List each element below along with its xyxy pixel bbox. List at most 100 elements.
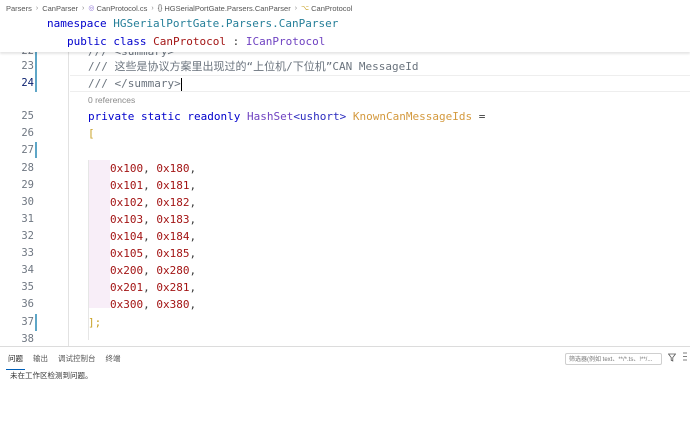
tab-problems[interactable]: 问题 bbox=[6, 351, 25, 370]
line-number: 29 bbox=[21, 179, 34, 191]
class-icon: ⌥ bbox=[301, 5, 310, 12]
code-line: 31 0x103, 0x183, bbox=[0, 211, 690, 228]
hex-literal: 0x102 bbox=[110, 196, 144, 209]
hex-literal: 0x185 bbox=[156, 247, 190, 260]
code-token: private static readonly bbox=[88, 110, 241, 123]
sticky-scroll-header: namespace HGSerialPortGate.Parsers.CanPa… bbox=[0, 16, 690, 52]
filter-icon[interactable] bbox=[667, 353, 677, 363]
separator: , bbox=[189, 162, 197, 175]
hex-literal: 0x101 bbox=[110, 179, 144, 192]
code-text: /// </summary> bbox=[88, 75, 182, 92]
punctuation: : bbox=[232, 35, 240, 48]
hex-literal: 0x201 bbox=[110, 281, 144, 294]
separator: , bbox=[143, 298, 157, 311]
code-text: 0x104, 0x184, bbox=[110, 228, 196, 245]
code-text: ]; bbox=[88, 314, 101, 331]
chevron-right-icon: › bbox=[294, 4, 298, 12]
keyword: namespace bbox=[47, 17, 107, 30]
breadcrumb-item-file[interactable]: ◎ CanProtocol.cs bbox=[88, 4, 147, 13]
code-line: 23 /// 这些是协议方案里出现过的“上位机/下位机”CAN MessageI… bbox=[0, 58, 690, 75]
line-number: 28 bbox=[21, 162, 34, 174]
hex-literal: 0x105 bbox=[110, 247, 144, 260]
breadcrumb-item-parsers[interactable]: Parsers bbox=[6, 4, 32, 13]
interface-name: ICanProtocol bbox=[245, 35, 326, 48]
code-token: = bbox=[478, 110, 486, 123]
tab-terminal[interactable]: 终端 bbox=[104, 351, 123, 366]
separator: , bbox=[189, 247, 197, 260]
code-line: 26 [ bbox=[0, 125, 690, 142]
no-problems-message: 未在工作区检测到问题。 bbox=[10, 371, 93, 380]
hex-literal: 0x104 bbox=[110, 230, 144, 243]
code-line: 25 private static readonly HashSet<ushor… bbox=[0, 108, 690, 125]
line-number: 33 bbox=[21, 247, 34, 259]
separator: , bbox=[143, 196, 157, 209]
separator: , bbox=[189, 196, 197, 209]
separator: , bbox=[189, 230, 197, 243]
separator: , bbox=[189, 213, 197, 226]
code-line: 37 ]; bbox=[0, 314, 690, 331]
code-line: 38 bbox=[0, 331, 690, 346]
code-token: HashSet bbox=[246, 110, 294, 123]
hex-literal: 0x280 bbox=[156, 264, 190, 277]
namespace-icon: {} bbox=[157, 4, 163, 12]
line-number: 26 bbox=[21, 127, 34, 139]
code-text: 0x102, 0x182, bbox=[110, 194, 196, 211]
breadcrumb-item-canparser[interactable]: CanParser bbox=[42, 4, 78, 13]
separator: , bbox=[143, 264, 157, 277]
separator: , bbox=[143, 162, 157, 175]
csharp-file-icon: ◎ bbox=[88, 5, 95, 12]
line-number: 37 bbox=[21, 316, 34, 328]
keyword: public class bbox=[67, 35, 147, 48]
code-text: [ bbox=[88, 127, 95, 140]
code-line: 30 0x102, 0x182, bbox=[0, 194, 690, 211]
code-text: 0x101, 0x181, bbox=[110, 177, 196, 194]
tab-output[interactable]: 输出 bbox=[31, 351, 50, 366]
tab-debug-console[interactable]: 调试控制台 bbox=[56, 351, 98, 366]
separator: , bbox=[143, 213, 157, 226]
separator: , bbox=[189, 298, 197, 311]
line-number: 32 bbox=[21, 230, 34, 242]
separator: , bbox=[143, 247, 157, 260]
sticky-line-class[interactable]: public class CanProtocol : ICanProtocol bbox=[67, 35, 325, 48]
code-text: 0x201, 0x281, bbox=[110, 279, 196, 296]
code-line: 35 0x201, 0x281, bbox=[0, 279, 690, 296]
line-number: 35 bbox=[21, 281, 34, 293]
breadcrumb-label: CanProtocol.cs bbox=[96, 3, 148, 13]
hex-literal: 0x184 bbox=[156, 230, 190, 243]
breadcrumb-item-namespace[interactable]: {} HGSerialPortGate.Parsers.CanParser bbox=[158, 4, 291, 13]
breadcrumb-label: CanProtocol bbox=[311, 3, 353, 13]
hex-literal: 0x183 bbox=[156, 213, 190, 226]
class-name: CanProtocol bbox=[153, 35, 226, 48]
code-editor[interactable]: 22 /// <summary> 23 /// 这些是协议方案里出现过的“上位机… bbox=[0, 52, 690, 346]
code-text: 0x200, 0x280, bbox=[110, 262, 196, 279]
hex-literal: 0x300 bbox=[110, 298, 144, 311]
code-text: 0x105, 0x185, bbox=[110, 245, 196, 262]
line-number: 23 bbox=[21, 60, 34, 72]
sticky-line-namespace[interactable]: namespace HGSerialPortGate.Parsers.CanPa… bbox=[47, 17, 338, 30]
breadcrumb-item-class[interactable]: ⌥ CanProtocol bbox=[301, 4, 352, 13]
problems-filter-input[interactable]: 筛选器(例如 text、**/*.ts、!**/... bbox=[565, 353, 662, 365]
code-line: 29 0x101, 0x181, bbox=[0, 177, 690, 194]
line-number: 34 bbox=[21, 264, 34, 276]
more-icon[interactable] bbox=[682, 352, 690, 362]
text-cursor bbox=[180, 77, 182, 91]
code-token: KnownCanMessageIds bbox=[352, 110, 473, 123]
breadcrumb-label: CanParser bbox=[42, 3, 79, 13]
chevron-right-icon: › bbox=[35, 4, 39, 12]
code-line: 27 bbox=[0, 142, 690, 159]
separator: , bbox=[143, 179, 157, 192]
code-line: 34 0x200, 0x280, bbox=[0, 262, 690, 279]
code-token: /// </summary> bbox=[88, 77, 181, 90]
code-line-active: 24 /// </summary> bbox=[0, 75, 690, 92]
hex-literal: 0x180 bbox=[156, 162, 190, 175]
code-line: 36 0x300, 0x380, bbox=[0, 296, 690, 313]
line-number: 31 bbox=[21, 213, 34, 225]
panel-tabs: 问题 输出 调试控制台 终端 bbox=[0, 347, 123, 370]
bottom-panel: 问题 输出 调试控制台 终端 筛选器(例如 text、**/*.ts、!**/.… bbox=[0, 346, 690, 429]
code-line: 28 0x100, 0x180, bbox=[0, 160, 690, 177]
codelens-references[interactable]: 0 references bbox=[88, 93, 135, 107]
code-text: private static readonly HashSet<ushort> … bbox=[88, 108, 485, 125]
chevron-right-icon: › bbox=[82, 4, 85, 12]
separator: , bbox=[189, 179, 197, 192]
hex-literal: 0x103 bbox=[110, 213, 144, 226]
